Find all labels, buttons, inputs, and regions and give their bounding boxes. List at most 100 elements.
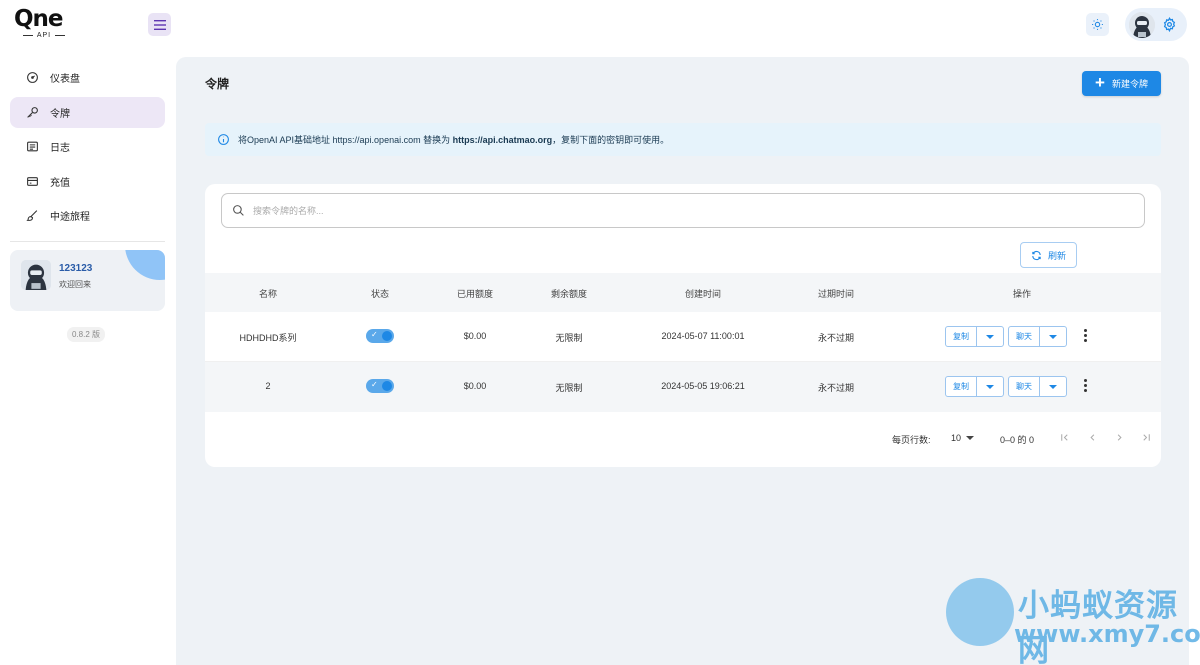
hamburger-icon xyxy=(153,19,166,30)
caret-down-icon xyxy=(1049,334,1057,339)
expire-time: 永不过期 xyxy=(817,333,855,343)
last-page-icon xyxy=(1142,433,1150,441)
sidebar-divider xyxy=(10,241,165,242)
created-time: 2024-05-05 19:06:21 xyxy=(661,381,745,391)
sidebar-item-midjourney[interactable]: 中途旅程 xyxy=(10,200,165,231)
copy-dropdown-button[interactable] xyxy=(977,327,1003,346)
list-icon xyxy=(27,141,38,152)
first-page-icon xyxy=(1060,433,1068,441)
copy-dropdown-button[interactable] xyxy=(977,377,1003,396)
next-page-button[interactable] xyxy=(1112,430,1126,444)
sidebar-item-label: 日志 xyxy=(50,143,70,154)
search-box[interactable] xyxy=(221,193,1145,228)
menu-toggle-button[interactable] xyxy=(148,13,171,36)
used-quota: $0.00 xyxy=(463,381,487,391)
sidebar-item-label: 充值 xyxy=(50,178,70,189)
logo-text: Qne xyxy=(14,6,64,32)
credit-card-icon xyxy=(27,177,38,186)
user-menu[interactable] xyxy=(1125,8,1187,41)
sidebar-item-label: 仪表盘 xyxy=(50,74,80,85)
created-time: 2024-05-07 11:00:01 xyxy=(661,331,745,341)
plus-icon: + xyxy=(1095,73,1105,92)
tokens-card: 刷新 名称 状态 已用额度 剩余额度 创建时间 过期时间 操作 HDHDHD系列… xyxy=(205,184,1161,467)
remaining-quota: 无限制 xyxy=(555,383,583,393)
sidebar-item-label: 中途旅程 xyxy=(50,212,90,223)
copy-button[interactable]: 复制 xyxy=(946,327,977,346)
app-logo: Qne API xyxy=(14,8,74,42)
logo-subtext: API xyxy=(14,32,74,39)
user-name: 123123 xyxy=(59,263,93,274)
user-card[interactable]: 123123 欢迎回来 xyxy=(10,250,165,311)
sidebar: 仪表盘 令牌 日志 充值 中途旅程 123123 欢迎回来 0.8.2 版 xyxy=(0,57,176,665)
search-icon xyxy=(233,205,244,216)
column-header[interactable]: 状态 xyxy=(371,287,389,300)
theme-toggle-button[interactable] xyxy=(1086,13,1109,36)
chat-dropdown-button[interactable] xyxy=(1040,377,1066,396)
column-header[interactable]: 已用额度 xyxy=(457,287,493,300)
refresh-icon xyxy=(1032,250,1041,260)
caret-down-icon xyxy=(1049,384,1057,389)
caret-down-icon xyxy=(966,436,975,440)
refresh-label: 刷新 xyxy=(1047,250,1066,261)
table-header: 名称 状态 已用额度 剩余额度 创建时间 过期时间 操作 xyxy=(205,273,1161,312)
column-header[interactable]: 过期时间 xyxy=(818,287,854,300)
column-header[interactable]: 创建时间 xyxy=(685,287,721,300)
column-header[interactable]: 剩余额度 xyxy=(551,287,587,300)
page-range: 0–0 的 0 xyxy=(1000,435,1035,445)
column-header: 操作 xyxy=(1012,289,1032,299)
brush-icon xyxy=(26,210,38,221)
table-row: HDHDHD系列 ✓ $0.00 无限制 2024-05-07 11:00:01… xyxy=(205,312,1161,362)
token-name: 2 xyxy=(265,381,271,391)
more-icon[interactable] xyxy=(1083,329,1087,342)
status-toggle[interactable]: ✓ xyxy=(366,329,394,343)
status-toggle[interactable]: ✓ xyxy=(366,379,394,393)
watermark: 小蚂蚁资源网 www.xmy7.com xyxy=(946,578,1200,665)
chevron-left-icon xyxy=(1089,433,1094,441)
sun-icon xyxy=(1092,19,1103,30)
column-header[interactable]: 名称 xyxy=(259,287,277,300)
chat-button[interactable]: 聊天 xyxy=(1009,327,1040,346)
watermark-logo-icon xyxy=(946,578,1014,646)
watermark-url: www.xmy7.com xyxy=(1014,620,1200,648)
first-page-button[interactable] xyxy=(1057,430,1071,444)
gear-icon[interactable] xyxy=(1162,17,1177,32)
info-alert: 将OpenAI API基础地址 https://api.openai.com 替… xyxy=(205,123,1161,156)
decorative-blob xyxy=(125,250,165,280)
expire-time: 永不过期 xyxy=(817,383,855,393)
avatar xyxy=(21,260,51,290)
more-icon[interactable] xyxy=(1083,379,1087,392)
new-token-label: 新建令牌 xyxy=(1111,79,1148,89)
sidebar-item-logs[interactable]: 日志 xyxy=(10,131,165,162)
check-icon: ✓ xyxy=(371,330,378,339)
pagination: 每页行数: 10 0–0 的 0 xyxy=(205,412,1161,467)
caret-down-icon xyxy=(986,334,994,339)
copy-button-group: 复制 xyxy=(945,326,1004,347)
new-token-button[interactable]: + 新建令牌 xyxy=(1082,71,1161,96)
rows-per-page-select[interactable]: 10 xyxy=(951,433,975,443)
chat-button[interactable]: 聊天 xyxy=(1009,377,1040,396)
chat-button-group: 聊天 xyxy=(1008,376,1067,397)
token-name: HDHDHD系列 xyxy=(239,333,297,343)
used-quota: $0.00 xyxy=(463,331,487,341)
main-content: 令牌 + 新建令牌 将OpenAI API基础地址 https://api.op… xyxy=(176,57,1189,665)
version-badge: 0.8.2 版 xyxy=(67,327,106,342)
sidebar-item-topup[interactable]: 充值 xyxy=(10,166,165,197)
search-input[interactable] xyxy=(253,205,853,216)
sidebar-item-tokens[interactable]: 令牌 xyxy=(10,97,165,128)
info-icon xyxy=(218,134,229,145)
avatar xyxy=(1129,11,1155,38)
prev-page-button[interactable] xyxy=(1085,430,1099,444)
chat-dropdown-button[interactable] xyxy=(1040,327,1066,346)
chevron-right-icon xyxy=(1117,433,1122,441)
dashboard-icon xyxy=(27,72,38,83)
sidebar-item-dashboard[interactable]: 仪表盘 xyxy=(10,62,165,93)
copy-button-group: 复制 xyxy=(945,376,1004,397)
remaining-quota: 无限制 xyxy=(555,333,583,343)
chat-button-group: 聊天 xyxy=(1008,326,1067,347)
refresh-button[interactable]: 刷新 xyxy=(1020,242,1077,268)
copy-button[interactable]: 复制 xyxy=(946,377,977,396)
last-page-button[interactable] xyxy=(1139,430,1153,444)
sidebar-item-label: 令牌 xyxy=(50,109,70,120)
caret-down-icon xyxy=(986,384,994,389)
check-icon: ✓ xyxy=(371,380,378,389)
